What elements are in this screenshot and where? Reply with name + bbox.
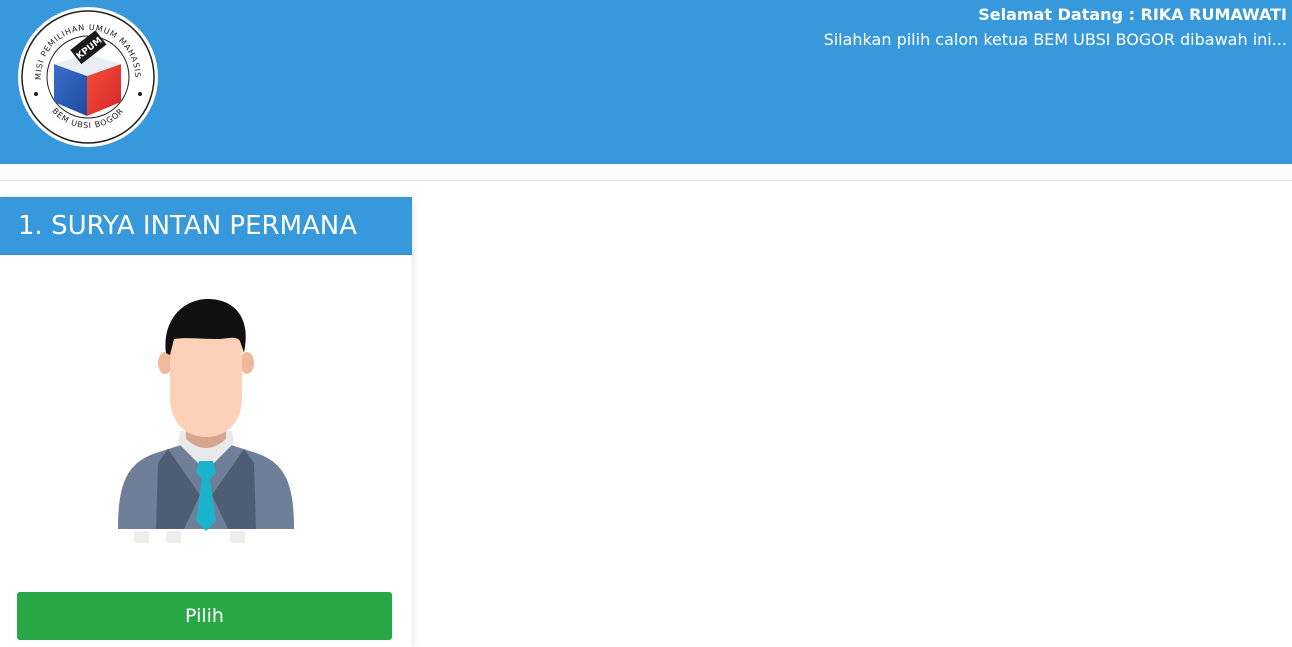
welcome-block: Selamat Datang : RIKA RUMAWATI Silahkan … bbox=[824, 4, 1287, 51]
pilih-button[interactable]: Pilih bbox=[17, 592, 392, 640]
candidate-card: 1. SURYA INTAN PERMANA Pilih bbox=[0, 197, 412, 647]
kpum-logo-icon: KOMISI PEMILIHAN UMUM MAHASISWA BEM UBSI… bbox=[17, 6, 158, 147]
welcome-text: Selamat Datang : RIKA RUMAWATI bbox=[978, 5, 1287, 24]
top-header: KOMISI PEMILIHAN UMUM MAHASISWA BEM UBSI… bbox=[0, 0, 1292, 164]
candidate-title: 1. SURYA INTAN PERMANA bbox=[0, 197, 412, 255]
person-avatar-icon bbox=[118, 299, 294, 543]
section-divider bbox=[0, 180, 1292, 181]
instruction-text: Silahkan pilih calon ketua BEM UBSI BOGO… bbox=[823, 30, 1287, 49]
